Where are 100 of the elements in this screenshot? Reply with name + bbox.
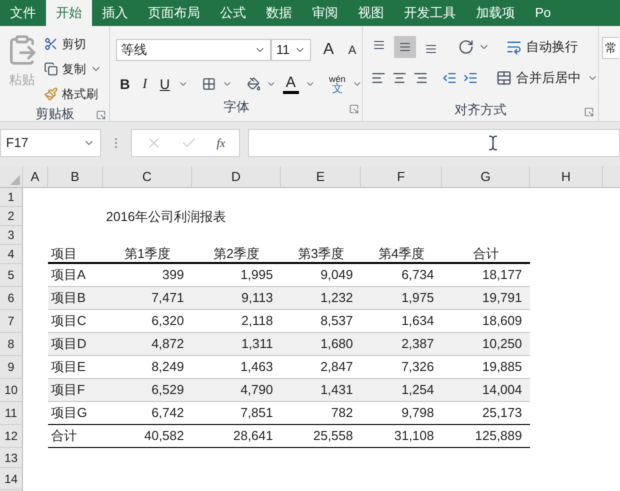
group-label: 字体: [224, 98, 250, 116]
row-header[interactable]: 7: [0, 310, 22, 333]
insert-function-button[interactable]: fx: [216, 134, 226, 152]
total-cell-text: 28,641: [232, 427, 274, 446]
table-cell-text: 14,004: [481, 381, 523, 400]
shrink-font-button[interactable]: A: [342, 41, 362, 59]
table-cell-text: 399: [161, 266, 185, 284]
table-cell-text: 4,790: [239, 381, 274, 400]
ribbon-tab[interactable]: 页面布局: [138, 0, 210, 26]
font-color-button[interactable]: A: [282, 74, 299, 94]
wrap-text-button[interactable]: 自动换行: [506, 37, 578, 57]
table-cell-text: 7,471: [150, 289, 185, 308]
row-header[interactable]: 14: [0, 468, 22, 490]
formula-input[interactable]: [248, 129, 620, 157]
table-cell-text: 7,851: [239, 404, 274, 422]
ribbon-tab[interactable]: 开发工具: [394, 0, 466, 26]
row-header[interactable]: 4: [0, 245, 22, 264]
table-cell-text: 19,791: [481, 289, 523, 308]
column-header[interactable]: D: [192, 166, 281, 187]
align-lines-icon: [424, 43, 438, 55]
column-header[interactable]: G: [442, 166, 530, 187]
table-cell-text: 9,049: [319, 266, 354, 284]
dialog-launcher-icon[interactable]: [584, 107, 594, 117]
row-header[interactable]: 8: [0, 333, 22, 356]
table-cell-text: 1,232: [319, 289, 354, 308]
column-header[interactable]: B: [48, 166, 103, 187]
number-format-field[interactable]: 常: [602, 37, 619, 59]
copy-button[interactable]: 复制: [44, 59, 102, 79]
row-header[interactable]: 2: [0, 207, 22, 226]
bold-button[interactable]: B: [118, 74, 132, 94]
table-cell-text: 项目E: [50, 358, 87, 376]
dialog-launcher-icon[interactable]: [96, 110, 106, 120]
format-painter-button[interactable]: 格式刷: [44, 84, 102, 104]
phonetic-guide-button[interactable]: wén 文: [329, 74, 346, 94]
orientation-icon[interactable]: [458, 39, 474, 55]
ribbon-tab[interactable]: 插入: [92, 0, 138, 26]
column-header[interactable]: H: [530, 166, 603, 187]
table-cell-text: 19,885: [481, 358, 523, 376]
table-cell-text: 8,249: [150, 358, 185, 376]
ribbon-tab[interactable]: 开始: [46, 0, 92, 26]
wrap-text-icon: [506, 39, 522, 55]
table-cell-text: 6,742: [150, 404, 185, 422]
ribbon-tab[interactable]: 审阅: [302, 0, 348, 26]
row-header[interactable]: 6: [0, 287, 22, 310]
italic-button[interactable]: I: [138, 74, 152, 94]
align-lines-icon: [372, 39, 386, 51]
row-header[interactable]: 1: [0, 188, 22, 207]
table-cell-text: 18,177: [481, 266, 523, 284]
table-cell-text: 7,326: [400, 358, 435, 376]
table-cell-text: 1,311: [240, 335, 274, 354]
ribbon-tab[interactable]: 视图: [348, 0, 394, 26]
total-cell-text: 125,889: [474, 427, 523, 446]
row-header[interactable]: 5: [0, 264, 22, 287]
table-cell-text: 1,254: [400, 381, 435, 400]
vertical-align-button[interactable]: [394, 36, 416, 58]
row-header[interactable]: 12: [0, 425, 22, 448]
column-header[interactable]: E: [281, 166, 361, 187]
table-cell-text: 6,734: [400, 266, 435, 284]
column-header[interactable]: C: [103, 166, 192, 187]
align-lines-icon: [398, 41, 412, 53]
table-cell-text: 项目A: [50, 266, 87, 284]
total-cell-text: 40,582: [143, 427, 185, 446]
column-header[interactable]: A: [23, 166, 48, 187]
ribbon-tab[interactable]: 公式: [210, 0, 256, 26]
table-cell-text: 项目B: [50, 289, 87, 308]
row-header[interactable]: 13: [0, 448, 22, 468]
ribbon-tab[interactable]: 数据: [256, 0, 302, 26]
grow-font-button[interactable]: A: [318, 38, 338, 62]
row-header[interactable]: 10: [0, 379, 22, 402]
table-cell-text: 1,463: [239, 358, 274, 376]
column-heading: 第1季度: [123, 245, 172, 262]
drag-handle-icon[interactable]: [115, 138, 117, 148]
row-header[interactable]: 9: [0, 356, 22, 379]
table-cell-text: 项目D: [50, 335, 88, 354]
name-box[interactable]: F17: [0, 129, 101, 157]
table-cell-text: 1,634: [400, 312, 435, 330]
row-header[interactable]: 3: [0, 226, 22, 245]
table-cell-text: 1,431: [319, 381, 354, 400]
table-cell-text: 2,847: [319, 358, 354, 376]
font-name-field[interactable]: 等线: [116, 39, 272, 61]
borders-icon[interactable]: [202, 76, 216, 92]
column-header[interactable]: F: [361, 166, 442, 187]
ribbon-tab[interactable]: Po: [525, 0, 561, 26]
ribbon-tab[interactable]: 加载项: [466, 0, 525, 26]
table-cell-text: 18,609: [481, 312, 523, 330]
table-cell-text: 10,250: [481, 335, 523, 354]
table-cell-text: 8,537: [319, 312, 354, 330]
ribbon-tab[interactable]: 文件: [0, 0, 46, 26]
column-heading: 第3季度: [296, 245, 346, 262]
table-cell-text: 782: [330, 404, 354, 422]
table-cell-text: 9,798: [400, 404, 435, 422]
row-header[interactable]: 11: [0, 402, 22, 425]
font-size-field[interactable]: 11: [271, 39, 311, 61]
merge-center-button[interactable]: 合并后居中: [496, 68, 581, 88]
underline-button[interactable]: U: [158, 74, 172, 94]
fill-color-icon[interactable]: [246, 76, 260, 92]
cut-button[interactable]: 剪切: [44, 34, 102, 54]
column-heading: 第4季度: [377, 245, 426, 262]
group-label: 对齐方式: [454, 101, 506, 120]
dialog-launcher-icon[interactable]: [349, 104, 359, 114]
